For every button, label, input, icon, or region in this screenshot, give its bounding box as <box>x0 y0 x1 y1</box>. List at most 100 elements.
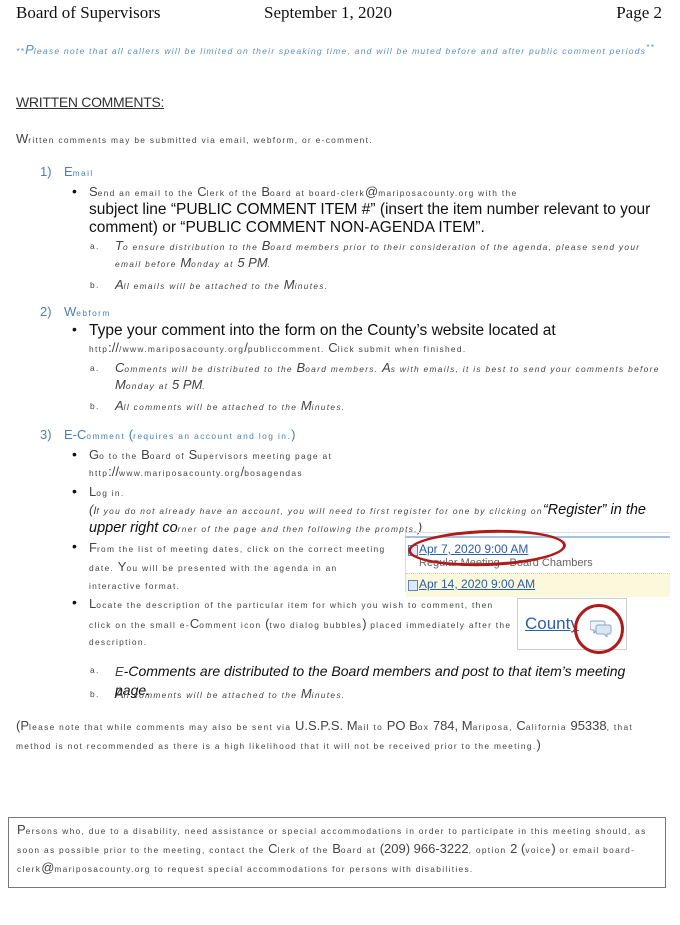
text: o to the <box>99 451 142 461</box>
cap: P <box>17 822 26 837</box>
cap: M <box>300 398 312 413</box>
cap: A <box>382 360 391 375</box>
cap: B <box>332 841 341 856</box>
highlight-circle <box>574 604 624 654</box>
text: ail to <box>357 722 387 732</box>
section-title: WRITTEN COMMENTS: <box>16 94 165 110</box>
url-part: /www.mariposacounty.org <box>119 344 245 354</box>
text: . <box>202 381 206 391</box>
goto-text: Go to the Board of Supervisors meeting p… <box>72 447 662 464</box>
url-part: http <box>89 468 109 478</box>
section-title-text: omment <box>86 431 129 441</box>
text: ariposa, <box>472 722 517 732</box>
cap: W <box>16 131 29 146</box>
cap: M <box>300 686 312 701</box>
cap: B <box>296 360 306 375</box>
text: 784, M <box>432 718 473 733</box>
email-domain: mariposacounty.org with the <box>378 188 518 198</box>
phone-number: (209) 966-3222 <box>379 841 469 856</box>
meeting-date-link-apr14[interactable]: Apr 14, 2020 9:00 AM <box>419 577 535 591</box>
cap: P <box>20 718 30 733</box>
list-label: b. <box>90 401 100 411</box>
webform-subitem-a: a. Comments will be distributed to the B… <box>90 360 660 394</box>
webform-instructions: Type your comment into the form on the C… <box>89 322 556 339</box>
text: o ensure distribution to the <box>122 242 262 252</box>
url-part: bosagendas <box>244 468 303 478</box>
subject-line-instructions: subject line “PUBLIC COMMENT ITEM #” (in… <box>89 201 651 236</box>
section-number: 2) <box>40 304 52 319</box>
list-label: a. <box>90 241 100 251</box>
section-title-text: mail <box>72 168 94 178</box>
text: lease note that while comments may also … <box>29 722 295 732</box>
text: f you do not already have an account, yo… <box>96 506 543 516</box>
list-label: b. <box>90 689 100 699</box>
section-ecomment-heading: 3) E-Comment (requires an account and log… <box>40 427 295 442</box>
text: onday at <box>191 259 238 269</box>
text: ou will be presented with the agenda in … <box>89 563 338 591</box>
text: lerk of the <box>277 845 333 855</box>
login-text: Log in. <box>72 484 662 501</box>
cap: E-C <box>64 427 87 442</box>
section-title-text: ebform <box>76 308 111 318</box>
subitem-body: All emails will be attached to the Minut… <box>90 277 660 294</box>
deadline-time: 5 PM <box>172 377 203 392</box>
text: oard of <box>149 451 189 461</box>
text: inutes. <box>311 690 346 700</box>
list-label: a. <box>90 363 100 373</box>
asterisks: ** <box>16 45 26 56</box>
accessibility-notice: Persons who, due to a disability, need a… <box>8 817 666 888</box>
cap: T <box>115 238 123 253</box>
cap: S <box>188 447 198 462</box>
cap: M <box>283 277 295 292</box>
section-webform-heading: 2) Webform <box>40 304 111 319</box>
cap: C <box>189 615 200 631</box>
webform-url-line: http:///www.mariposacounty.org/publiccom… <box>72 340 662 357</box>
ecomment-bullet-dates: From the list of meeting dates, click on… <box>72 538 392 595</box>
list-label: b. <box>90 280 100 290</box>
url-part: :// <box>108 340 120 355</box>
county-link[interactable]: County <box>525 614 579 634</box>
cap: F <box>89 540 97 555</box>
text: s with emails, it is best to send your c… <box>390 364 660 374</box>
text: omment icon <box>199 619 266 630</box>
webform-bullet: Type your comment into the form on the C… <box>72 321 662 357</box>
header-org: Board of Supervisors <box>16 3 161 22</box>
text: , option <box>468 845 511 855</box>
cap: C <box>268 841 278 856</box>
cap: E <box>64 164 73 179</box>
text: oard members. <box>305 364 383 374</box>
cap: G <box>89 447 100 462</box>
intro-body: ritten comments may be submitted via ema… <box>28 135 373 145</box>
header-date: September 1, 2020 <box>264 3 392 22</box>
cap: A <box>115 277 124 292</box>
text: upervisors meeting page at <box>197 451 333 461</box>
text: oard at <box>340 845 380 855</box>
at-sign: @ <box>41 860 55 875</box>
text: onday at <box>125 381 173 391</box>
cap: S <box>89 184 98 199</box>
url-part: publiccomment. <box>247 344 329 354</box>
at-sign: @ <box>365 184 379 199</box>
mail-note: (Please note that while comments may als… <box>16 717 664 755</box>
cap: W <box>64 304 77 319</box>
url-part: www.mariposacounty.org <box>119 468 241 478</box>
text: rner of the page and then following the … <box>177 524 418 534</box>
text: omments will be distributed to the <box>124 364 297 374</box>
cap: C <box>516 718 526 733</box>
email-subitem-b: b. All emails will be attached to the Mi… <box>90 277 660 294</box>
paren: ) <box>291 427 296 442</box>
url-part: :// <box>108 464 120 479</box>
text: og in. <box>96 488 125 498</box>
cap: C <box>328 340 338 355</box>
cap: A <box>115 398 124 413</box>
text: mariposacounty.org to request special ac… <box>54 864 474 874</box>
list-label: a. <box>90 665 100 675</box>
calendar-icon <box>408 580 418 591</box>
section-number: 1) <box>40 164 52 179</box>
ecomment-icon-screenshot: County <box>517 598 627 654</box>
intro-text: Written comments may be submitted via em… <box>16 131 373 146</box>
subitem-body: Comments will be distributed to the Boar… <box>90 360 660 394</box>
cap: E <box>115 664 124 679</box>
email-instructions: Send an email to the Clerk of the Board … <box>72 184 662 201</box>
caller-note: **Please note that all callers will be l… <box>16 40 656 59</box>
